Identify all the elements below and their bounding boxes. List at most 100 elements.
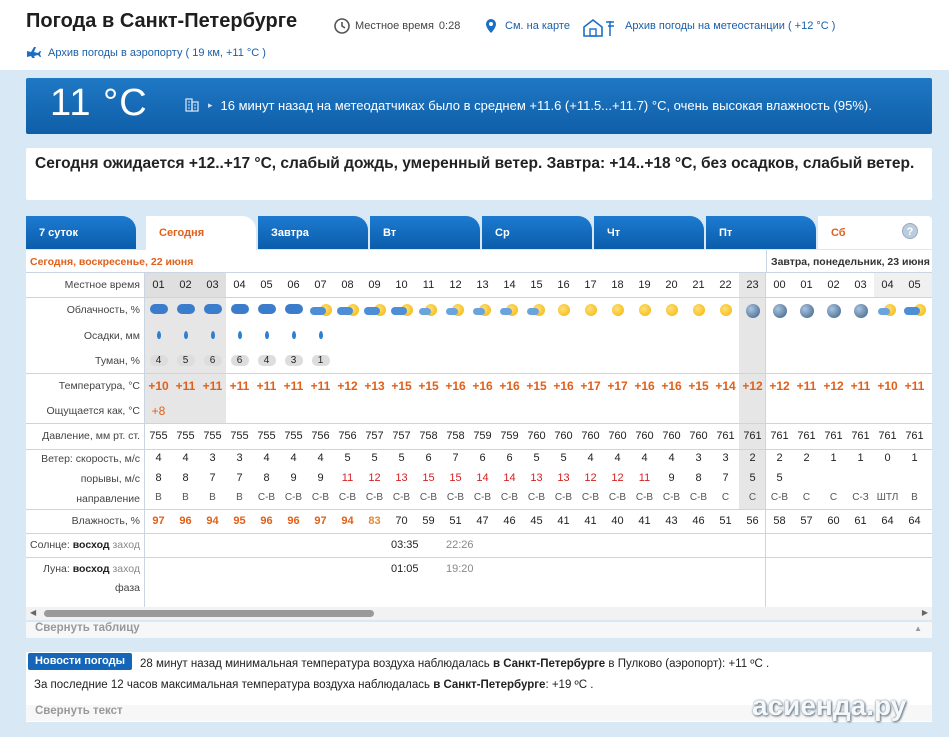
archive-station-link[interactable]: Архив погоды на метеостанции ( +12 °C ): [582, 18, 835, 37]
news-line-1: 28 минут назад минимальная температура в…: [140, 658, 770, 670]
hour-cell: 20: [665, 279, 678, 291]
temp-cell: +10: [148, 379, 169, 393]
wind-cell: 5: [344, 452, 351, 464]
map-link-label[interactable]: См. на карте: [505, 20, 570, 32]
gust-cell: 9: [317, 472, 324, 484]
rain-cloud-icon: [284, 304, 303, 314]
feels-cell: +8: [151, 404, 166, 418]
humidity-cell: 47: [476, 515, 489, 527]
tab-tomorrow[interactable]: Завтра: [258, 216, 368, 249]
news-button[interactable]: Новости погоды: [28, 653, 132, 670]
hour-cell: 09: [368, 279, 381, 291]
tab-friday[interactable]: Пт: [706, 216, 816, 249]
page-title: Погода в Санкт-Петербурге: [26, 10, 298, 32]
hour-cell: 23: [746, 279, 759, 291]
temp-cell: +12: [769, 379, 790, 393]
map-link[interactable]: См. на карте: [484, 18, 570, 34]
news-line-2: За последние 12 часов максимальная темпе…: [34, 679, 594, 691]
hour-cell: 15: [530, 279, 543, 291]
moonrise-time: 01:05: [391, 563, 419, 575]
scrollbar-thumb[interactable]: [44, 610, 374, 617]
gust-cell: 5: [776, 472, 783, 484]
local-time-label: Местное время: [355, 20, 434, 32]
temp-cell: +10: [877, 379, 898, 393]
collapse-up-icon[interactable]: ▲: [914, 624, 922, 633]
wind-cell: 1: [857, 452, 864, 464]
wind-cell: 0: [884, 452, 891, 464]
current-weather-banner: 11 °C ▸ 16 минут назад на метеодатчиках …: [26, 78, 932, 134]
tab-7-days[interactable]: 7 суток: [26, 216, 136, 249]
row-label-phase: фаза: [114, 582, 140, 594]
tab-saturday[interactable]: Сб ?: [818, 216, 932, 249]
sensor-text: 16 минут назад на метеодатчиках было в с…: [220, 98, 872, 113]
night-clear-icon: [745, 304, 760, 318]
sun-cloud-icon: [526, 304, 547, 316]
tab-wednesday[interactable]: Ср: [482, 216, 592, 249]
hour-cell: 01: [152, 279, 165, 291]
row-label-feels: Ощущается как, °C: [46, 404, 140, 417]
humidity-cell: 61: [854, 515, 867, 527]
temp-cell: +11: [256, 379, 277, 393]
archive-airport-link[interactable]: Архив погоды в аэропорту ( 19 км, +11 °C…: [26, 44, 266, 61]
gust-cell: 8: [263, 472, 270, 484]
pressure-cell: 756: [338, 430, 357, 442]
rain-drop-icon: [291, 331, 296, 339]
wind-cell: 1: [830, 452, 837, 464]
temp-cell: +15: [526, 379, 547, 393]
pressure-cell: 757: [392, 430, 411, 442]
hourly-forecast-table: Сегодня, воскресенье, 22 июня Завтра, по…: [26, 250, 932, 620]
sun-icon: [665, 304, 678, 316]
temp-cell: +14: [715, 379, 736, 393]
gust-cell: 15: [449, 472, 462, 484]
collapse-table-label[interactable]: Свернуть таблицу: [35, 622, 140, 634]
rain-cloud-icon: [203, 304, 222, 314]
fog-cell: 6: [203, 355, 222, 366]
humidity-cell: 97: [152, 515, 165, 527]
hour-cell: 03: [854, 279, 867, 291]
tab-today[interactable]: Сегодня: [146, 216, 256, 250]
gust-cell: 15: [422, 472, 435, 484]
temp-cell: +17: [580, 379, 601, 393]
row-label-hum: Влажность, %: [71, 515, 140, 527]
building-icon: [184, 96, 200, 115]
hour-cell: 17: [584, 279, 597, 291]
temp-cell: +11: [796, 379, 817, 393]
wind-cell: 4: [614, 452, 621, 464]
forecast-summary: Сегодня ожидается +12..+17 °C, слабый до…: [26, 148, 932, 200]
collapse-table-link[interactable]: Свернуть таблицу ▲: [26, 622, 932, 638]
night-clear-icon: [799, 304, 814, 318]
watermark: асиенда.ру: [752, 690, 907, 721]
humidity-cell: 43: [665, 515, 678, 527]
sun-cloud-icon: [445, 304, 466, 316]
temp-cell: +12: [823, 379, 844, 393]
row-label-sun: Солнце: восход заход: [30, 539, 140, 551]
gust-cell: 12: [584, 472, 597, 484]
direction-cell: В: [911, 492, 918, 503]
scroll-right-icon[interactable]: ▶: [922, 608, 928, 617]
archive-airport-label[interactable]: Архив погоды в аэропорту ( 19 км, +11 °C…: [48, 47, 266, 59]
scroll-left-icon[interactable]: ◀: [30, 608, 36, 617]
fog-cell: 4: [149, 355, 168, 366]
rain-drop-icon: [318, 331, 323, 339]
wind-cell: 4: [641, 452, 648, 464]
tab-thursday[interactable]: Чт: [594, 216, 704, 249]
fog-cell: 5: [176, 355, 195, 366]
airplane-icon: [26, 44, 42, 61]
partly-cloudy-icon: [336, 304, 359, 316]
help-icon[interactable]: ?: [902, 223, 918, 239]
hour-cell: 19: [638, 279, 651, 291]
gust-cell: 12: [368, 472, 381, 484]
pressure-cell: 759: [500, 430, 519, 442]
pressure-cell: 761: [743, 430, 762, 442]
tab-tuesday[interactable]: Вт: [370, 216, 480, 249]
horizontal-scrollbar[interactable]: ◀ ▶: [26, 607, 932, 620]
humidity-cell: 96: [179, 515, 192, 527]
gust-cell: 11: [638, 472, 651, 484]
wind-cell: 3: [209, 452, 216, 464]
humidity-cell: 97: [314, 515, 327, 527]
archive-station-label[interactable]: Архив погоды на метеостанции ( +12 °C ): [625, 20, 835, 32]
pressure-cell: 755: [203, 430, 222, 442]
temp-cell: +12: [337, 379, 358, 393]
pressure-cell: 761: [824, 430, 843, 442]
fog-cell: 1: [311, 355, 330, 366]
